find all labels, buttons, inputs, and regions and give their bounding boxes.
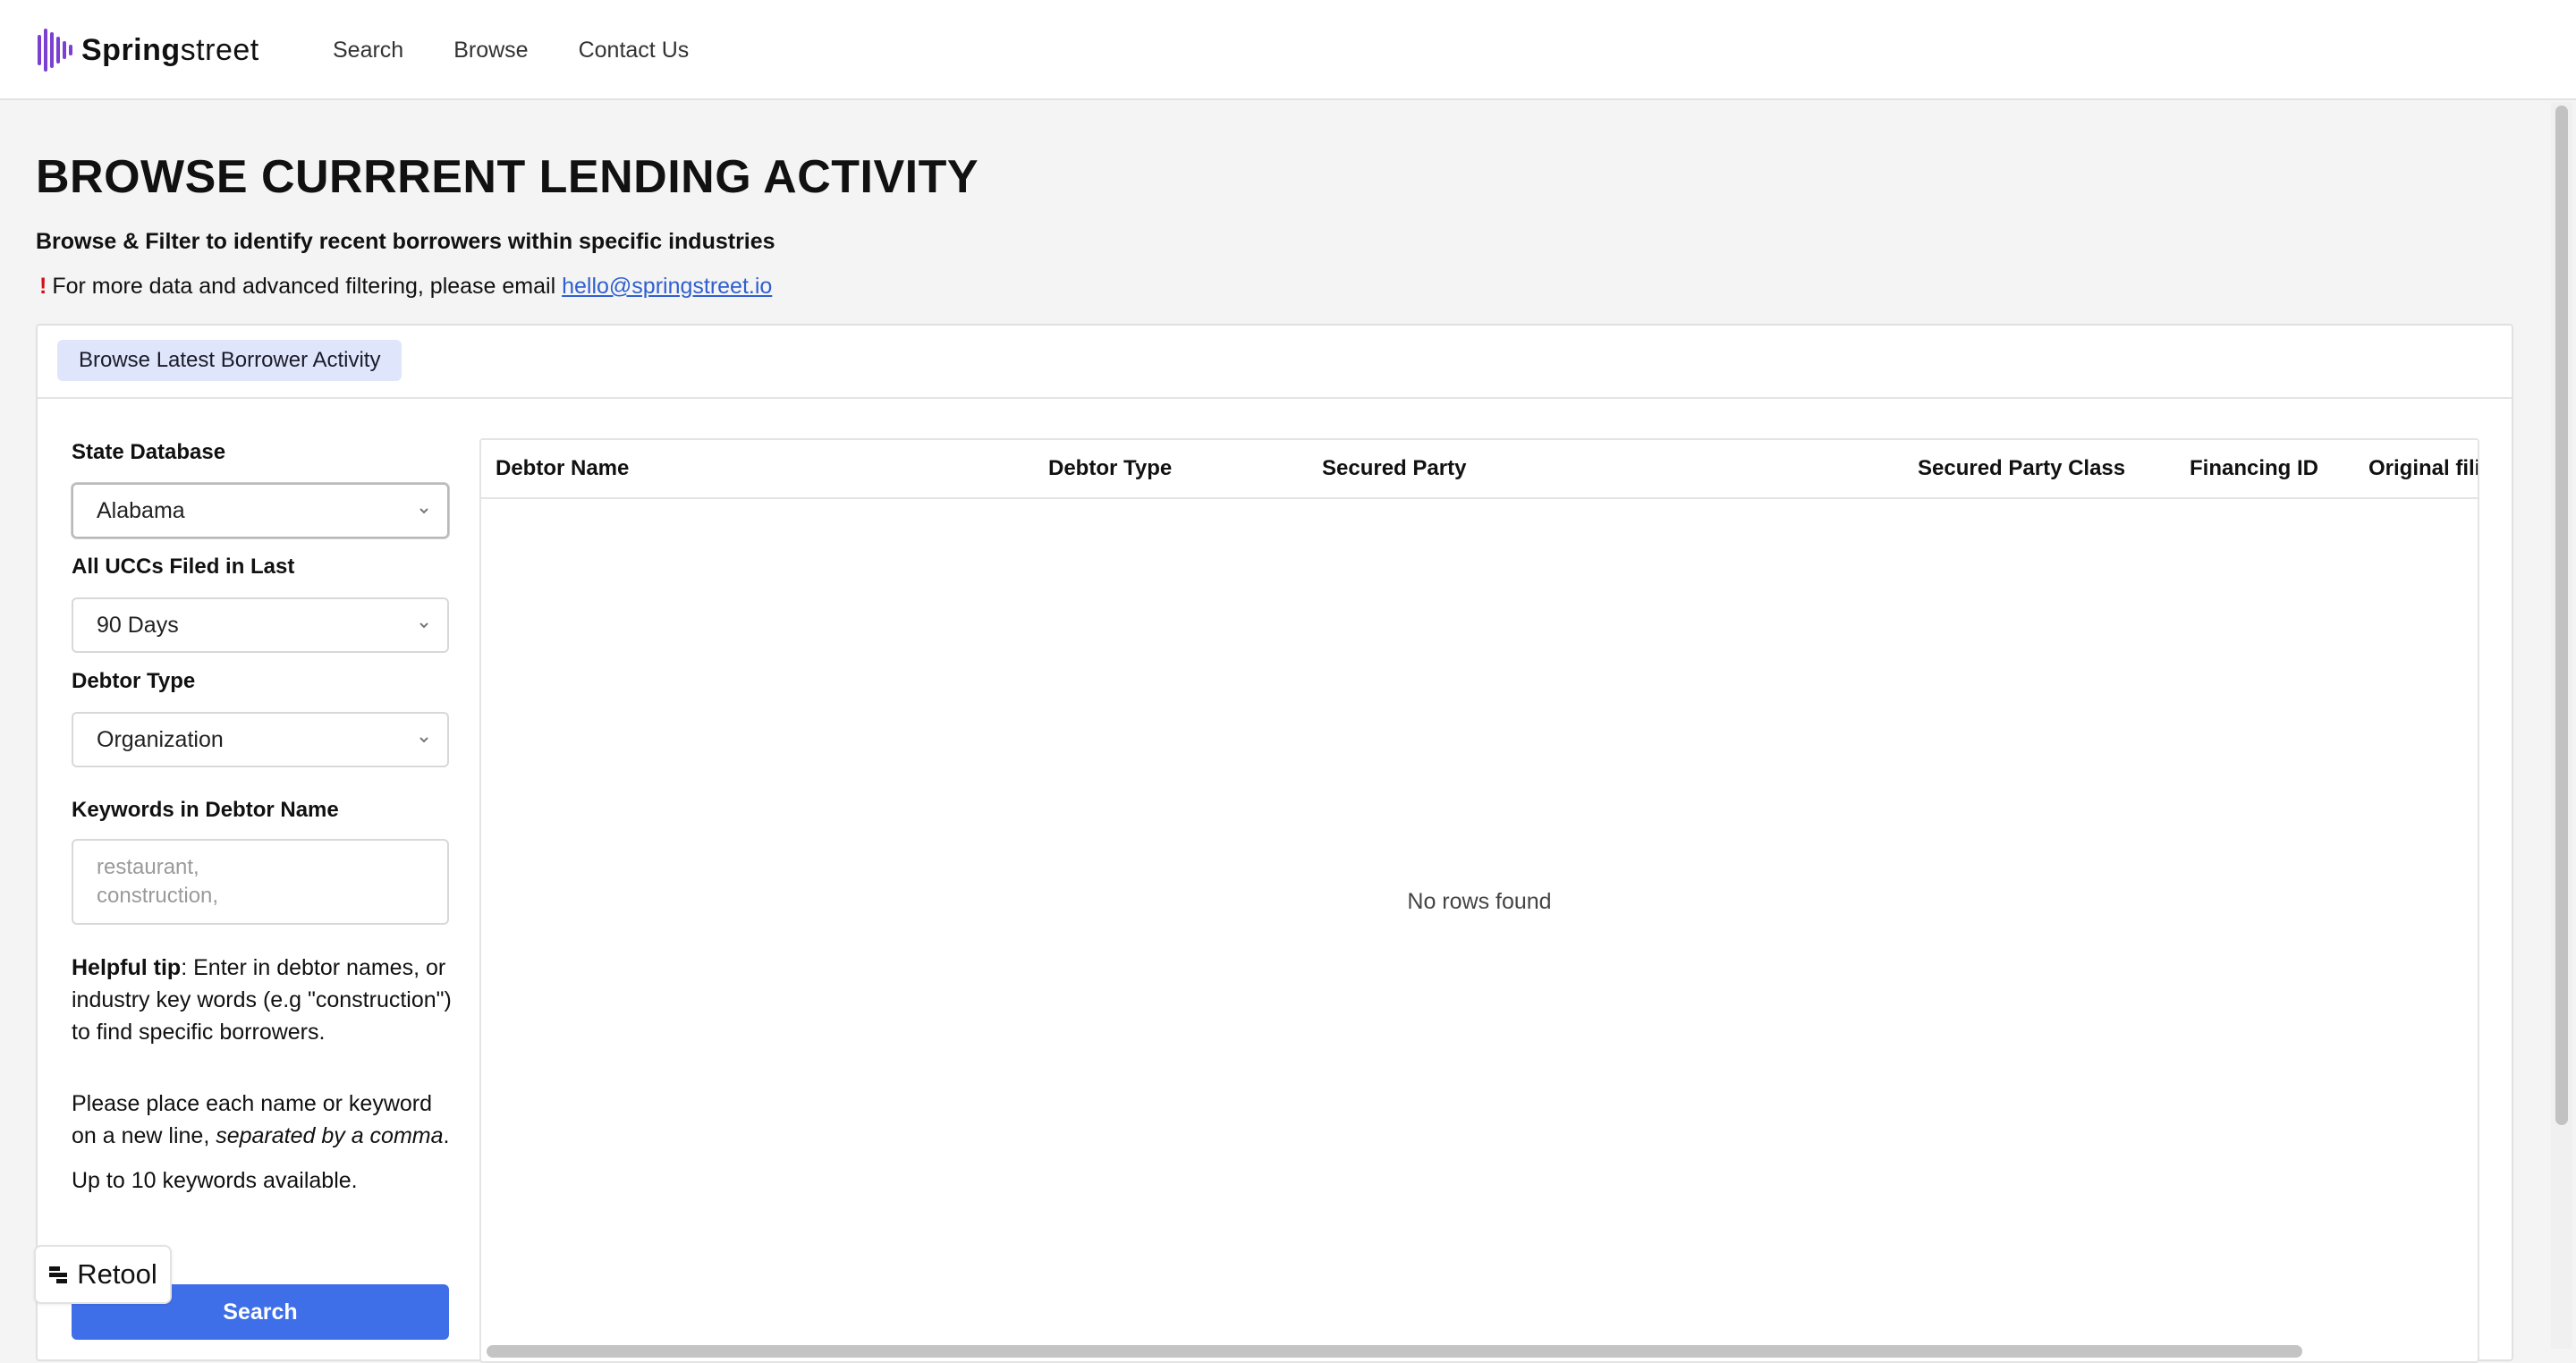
column-header-debtor-type[interactable]: Debtor Type (1048, 440, 1172, 497)
keywords-placeholder-line-2: construction, (97, 884, 219, 908)
table-horizontal-scrollbar[interactable] (487, 1345, 2302, 1358)
debtor-type-value: Organization (97, 726, 224, 752)
exclamation-icon: ! (39, 274, 47, 299)
column-header-secured-party-class[interactable]: Secured Party Class (1918, 440, 2125, 497)
keywords-placeholder-line-1: restaurant, (97, 855, 199, 879)
top-navbar: Springstreet Search Browse Contact Us (0, 0, 2576, 100)
springstreet-logo[interactable]: Springstreet (38, 27, 259, 73)
keyword-limit-note: Up to 10 keywords available. (72, 1168, 358, 1193)
ucc-filed-label: All UCCs Filed in Last (72, 555, 295, 579)
retool-badge[interactable]: Retool (34, 1245, 172, 1304)
chevron-down-icon (419, 508, 428, 514)
helpful-tip: Helpful tip: Enter in debtor names, or i… (72, 952, 456, 1048)
main-nav: Search Browse Contact Us (333, 0, 689, 100)
nav-browse-link[interactable]: Browse (453, 38, 528, 63)
chevron-down-icon (419, 737, 428, 743)
nav-contact-link[interactable]: Contact Us (579, 38, 690, 63)
table-header: Debtor Name Debtor Type Secured Party Se… (481, 440, 2478, 499)
column-header-secured-party[interactable]: Secured Party (1322, 440, 1466, 497)
placement-instruction: Please place each name or keyword on a n… (72, 1091, 450, 1148)
browse-card: Browse Latest Borrower Activity State Da… (36, 324, 2513, 1363)
page-subtitle: Browse & Filter to identify recent borro… (36, 229, 775, 254)
ucc-filed-value: 90 Days (97, 612, 179, 638)
tab-bar: Browse Latest Borrower Activity (38, 326, 2512, 399)
page-title: BROWSE CURRRENT LENDING ACTIVITY (36, 151, 979, 203)
state-database-select[interactable]: Alabama (72, 483, 449, 538)
keywords-textarea[interactable]: restaurant, construction, (72, 839, 449, 925)
state-database-value: Alabama (97, 497, 185, 523)
helpful-tip-label: Helpful tip (72, 955, 182, 980)
logo-bars-icon (38, 27, 72, 73)
column-header-original-filing[interactable]: Original fili (2368, 440, 2478, 497)
column-header-financing-id[interactable]: Financing ID (2190, 440, 2318, 497)
retool-logo-icon (49, 1266, 68, 1283)
email-notice: ! For more data and advanced filtering, p… (39, 274, 772, 300)
chevron-down-icon (419, 622, 428, 629)
debtor-type-label: Debtor Type (72, 669, 196, 693)
state-database-label: State Database (72, 440, 226, 464)
nav-search-link[interactable]: Search (333, 38, 403, 63)
keywords-label: Keywords in Debtor Name (72, 798, 339, 822)
empty-state-text: No rows found (1407, 889, 1552, 914)
results-table: Debtor Name Debtor Type Secured Party Se… (479, 438, 2479, 1363)
debtor-type-select[interactable]: Organization (72, 712, 449, 767)
page-scrollbar-thumb[interactable] (2555, 106, 2568, 1125)
ucc-filed-select[interactable]: 90 Days (72, 597, 449, 653)
column-header-debtor-name[interactable]: Debtor Name (496, 440, 629, 497)
email-link[interactable]: hello@springstreet.io (562, 274, 772, 299)
logo-text: Springstreet (81, 32, 259, 67)
notice-text: For more data and advanced filtering, pl… (52, 274, 563, 299)
retool-label: Retool (77, 1258, 157, 1290)
tab-browse-latest-borrower-activity[interactable]: Browse Latest Borrower Activity (57, 340, 402, 381)
